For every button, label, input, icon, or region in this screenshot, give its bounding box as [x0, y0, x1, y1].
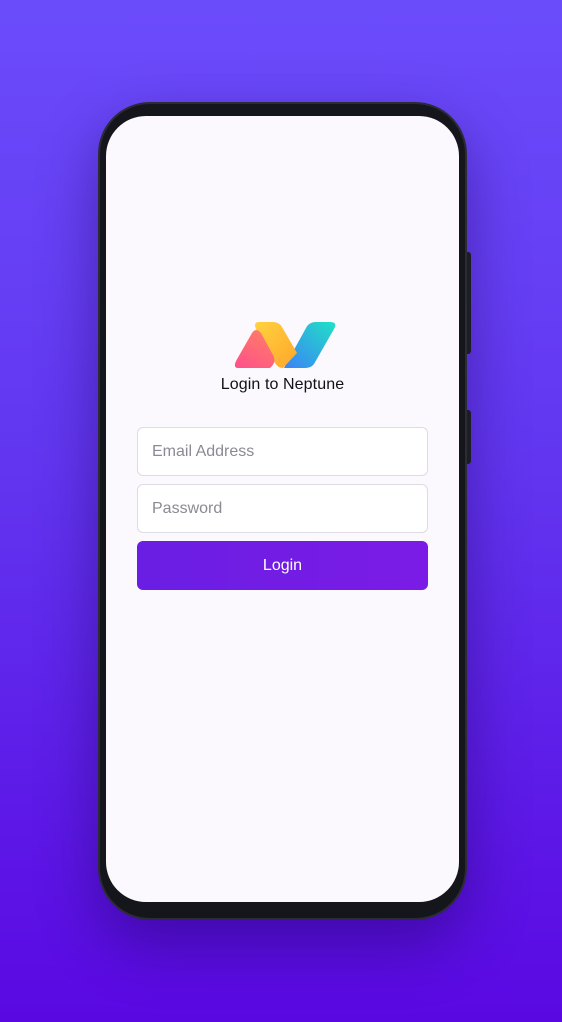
phone-side-button-upper [467, 252, 471, 354]
neptune-logo-icon [234, 322, 336, 368]
phone-screen: Login to Neptune Login [106, 116, 459, 902]
password-field[interactable] [137, 484, 428, 533]
phone-side-button-lower [467, 410, 471, 464]
phone-frame: Login to Neptune Login [98, 102, 471, 920]
page-title: Login to Neptune [220, 376, 345, 393]
email-field[interactable] [137, 427, 428, 476]
login-button[interactable]: Login [137, 541, 428, 590]
